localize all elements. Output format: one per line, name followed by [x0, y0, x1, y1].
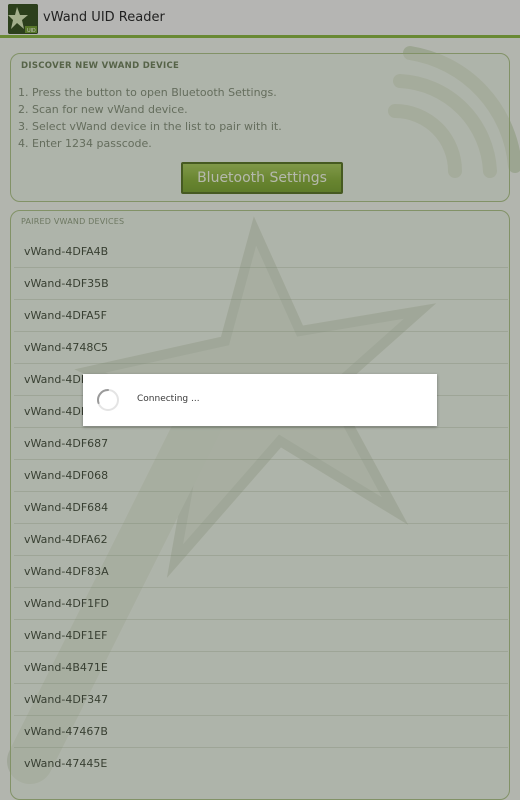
- progress-dialog: Connecting ...: [83, 374, 437, 426]
- dialog-message: Connecting ...: [137, 394, 200, 404]
- screen: UID vWand UID Reader DISCOVER NEW VWAND …: [0, 0, 520, 800]
- loading-spinner-icon: [97, 389, 119, 411]
